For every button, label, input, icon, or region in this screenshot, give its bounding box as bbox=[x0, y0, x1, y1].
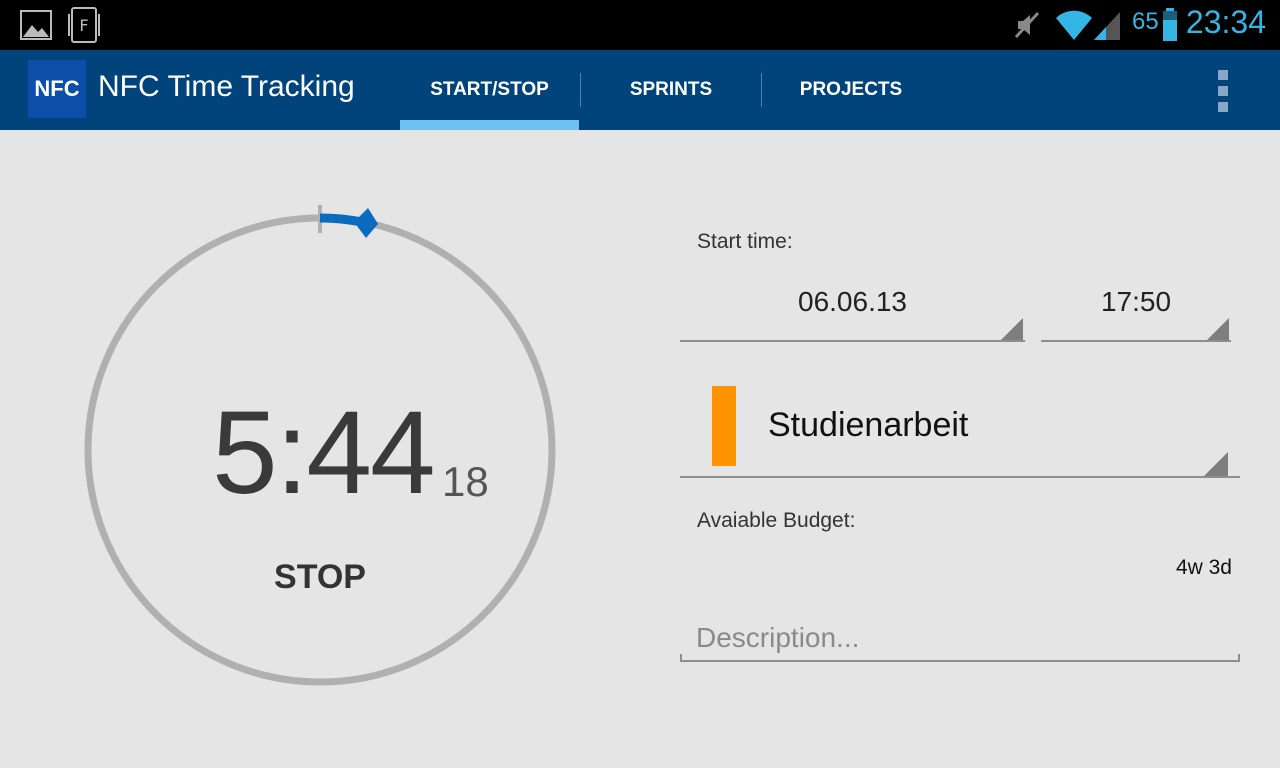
nfc-file-icon: F bbox=[68, 7, 100, 43]
wifi-icon bbox=[1056, 10, 1092, 40]
app-title: NFC Time Tracking bbox=[98, 70, 355, 103]
gallery-icon bbox=[20, 10, 52, 40]
start-time-value: 17:50 bbox=[1100, 286, 1172, 317]
status-bar: F 65 23:34 bbox=[0, 0, 1280, 50]
action-bar: NFC NFC Time Tracking START/STOP SPRINTS… bbox=[0, 50, 1280, 130]
start-time-label: Start time: bbox=[697, 230, 793, 253]
battery-level: 65 bbox=[1132, 8, 1159, 35]
svg-text:F: F bbox=[79, 16, 88, 35]
stop-button[interactable]: STOP bbox=[240, 552, 400, 602]
dropdown-arrow-icon bbox=[1207, 318, 1229, 340]
overflow-menu-icon[interactable] bbox=[1216, 70, 1230, 112]
app-logo: NFC bbox=[28, 60, 86, 118]
project-color-swatch bbox=[712, 386, 736, 466]
project-spinner[interactable]: Studienarbeit bbox=[680, 378, 1240, 478]
dropdown-arrow-icon bbox=[1204, 452, 1228, 476]
muted-icon bbox=[1014, 11, 1040, 39]
tab-selected-indicator bbox=[400, 120, 579, 130]
start-date-spinner[interactable]: 06.06.13 bbox=[680, 282, 1025, 342]
tab-projects[interactable]: PROJECTS bbox=[762, 50, 940, 130]
battery-icon bbox=[1163, 8, 1177, 41]
timer-progress-handle bbox=[354, 208, 378, 238]
timer-hours-minutes: 5:44 bbox=[212, 387, 436, 519]
tab-start-stop[interactable]: START/STOP bbox=[400, 50, 579, 130]
start-date-value: 06.06.13 bbox=[798, 286, 907, 317]
tab-label: PROJECTS bbox=[799, 79, 903, 100]
timer-seconds: 18 bbox=[442, 458, 489, 505]
start-time-spinner[interactable]: 17:50 bbox=[1041, 282, 1231, 342]
tab-label: START/STOP bbox=[430, 79, 549, 100]
budget-value: 4w 3d bbox=[1175, 556, 1232, 579]
status-clock: 23:34 bbox=[1185, 4, 1266, 40]
description-underline bbox=[680, 654, 1240, 662]
budget-label: Avaiable Budget: bbox=[697, 509, 856, 532]
signal-icon bbox=[1094, 12, 1120, 40]
description-input[interactable] bbox=[682, 614, 1238, 662]
tab-label: SPRINTS bbox=[629, 79, 713, 100]
dropdown-arrow-icon bbox=[1001, 318, 1023, 340]
project-name: Studienarbeit bbox=[768, 406, 969, 444]
tab-sprints[interactable]: SPRINTS bbox=[581, 50, 761, 130]
